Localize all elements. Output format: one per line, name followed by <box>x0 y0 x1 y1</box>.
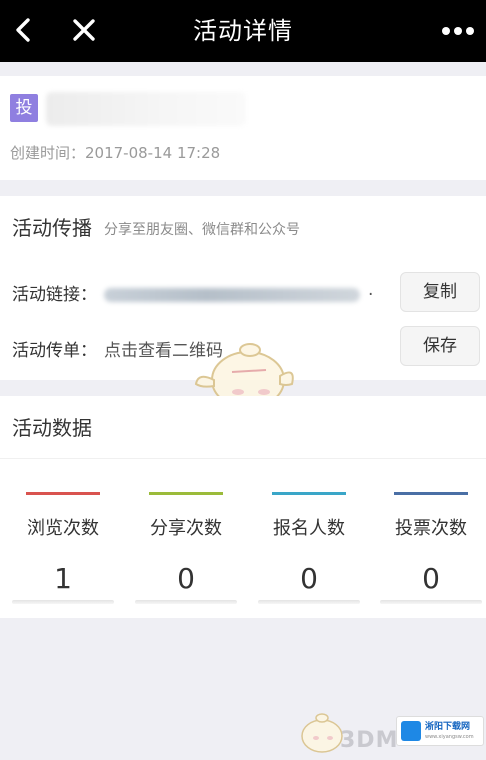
vote-badge: 投 <box>10 94 38 122</box>
copy-button[interactable]: 复制 <box>400 272 480 312</box>
link-label: 活动链接： <box>12 285 97 305</box>
flyer-label: 活动传单： <box>12 341 97 361</box>
site-url: www.xiyangsw.com <box>425 734 474 740</box>
stat-value: 0 <box>422 562 440 595</box>
stat-value: 0 <box>300 562 318 595</box>
stats-card: 活动数据 浏览次数 1 分享次数 0 报名人数 0 投票次数 0 <box>0 396 486 618</box>
stat-label: 浏览次数 <box>27 518 99 539</box>
stats-section-title: 活动数据 <box>12 416 92 440</box>
stat-bar <box>394 492 468 495</box>
stat-signups: 报名人数 0 <box>258 492 360 604</box>
top-nav-bar: 活动详情 <box>0 0 486 62</box>
stat-value: 1 <box>54 562 72 595</box>
activity-link-blurred <box>104 288 360 302</box>
stat-value: 0 <box>177 562 195 595</box>
share-section-subtitle: 分享至朋友圈、微信群和公众号 <box>104 222 300 238</box>
created-time: 创建时间：2017-08-14 17:28 <box>10 144 221 162</box>
link-trailing: . <box>368 280 374 300</box>
activity-header-card: 投 创建时间：2017-08-14 17:28 <box>0 76 486 180</box>
stat-label: 报名人数 <box>273 518 345 539</box>
stat-shares: 分享次数 0 <box>135 492 237 604</box>
save-button[interactable]: 保存 <box>400 326 480 366</box>
stat-votes: 投票次数 0 <box>380 492 482 604</box>
stat-label: 分享次数 <box>150 518 222 539</box>
site-name: 淅阳下载网 <box>425 722 471 732</box>
stat-shadow <box>380 600 482 604</box>
more-icon[interactable] <box>438 18 478 44</box>
page-title: 活动详情 <box>193 17 293 45</box>
site-logo-icon <box>401 721 421 741</box>
stat-bar <box>149 492 223 495</box>
stat-bar <box>26 492 100 495</box>
activity-name-blurred <box>46 92 246 126</box>
share-section-title: 活动传播 <box>12 216 92 240</box>
site-watermark: 淅阳下载网 www.xiyangsw.com <box>396 716 484 746</box>
stat-shadow <box>135 600 237 604</box>
stat-bar <box>272 492 346 495</box>
stat-label: 投票次数 <box>395 518 467 539</box>
divider <box>0 458 486 459</box>
stat-views: 浏览次数 1 <box>12 492 114 604</box>
stat-shadow <box>12 600 114 604</box>
stat-shadow <box>258 600 360 604</box>
brand-watermark: 3DM <box>340 728 399 753</box>
